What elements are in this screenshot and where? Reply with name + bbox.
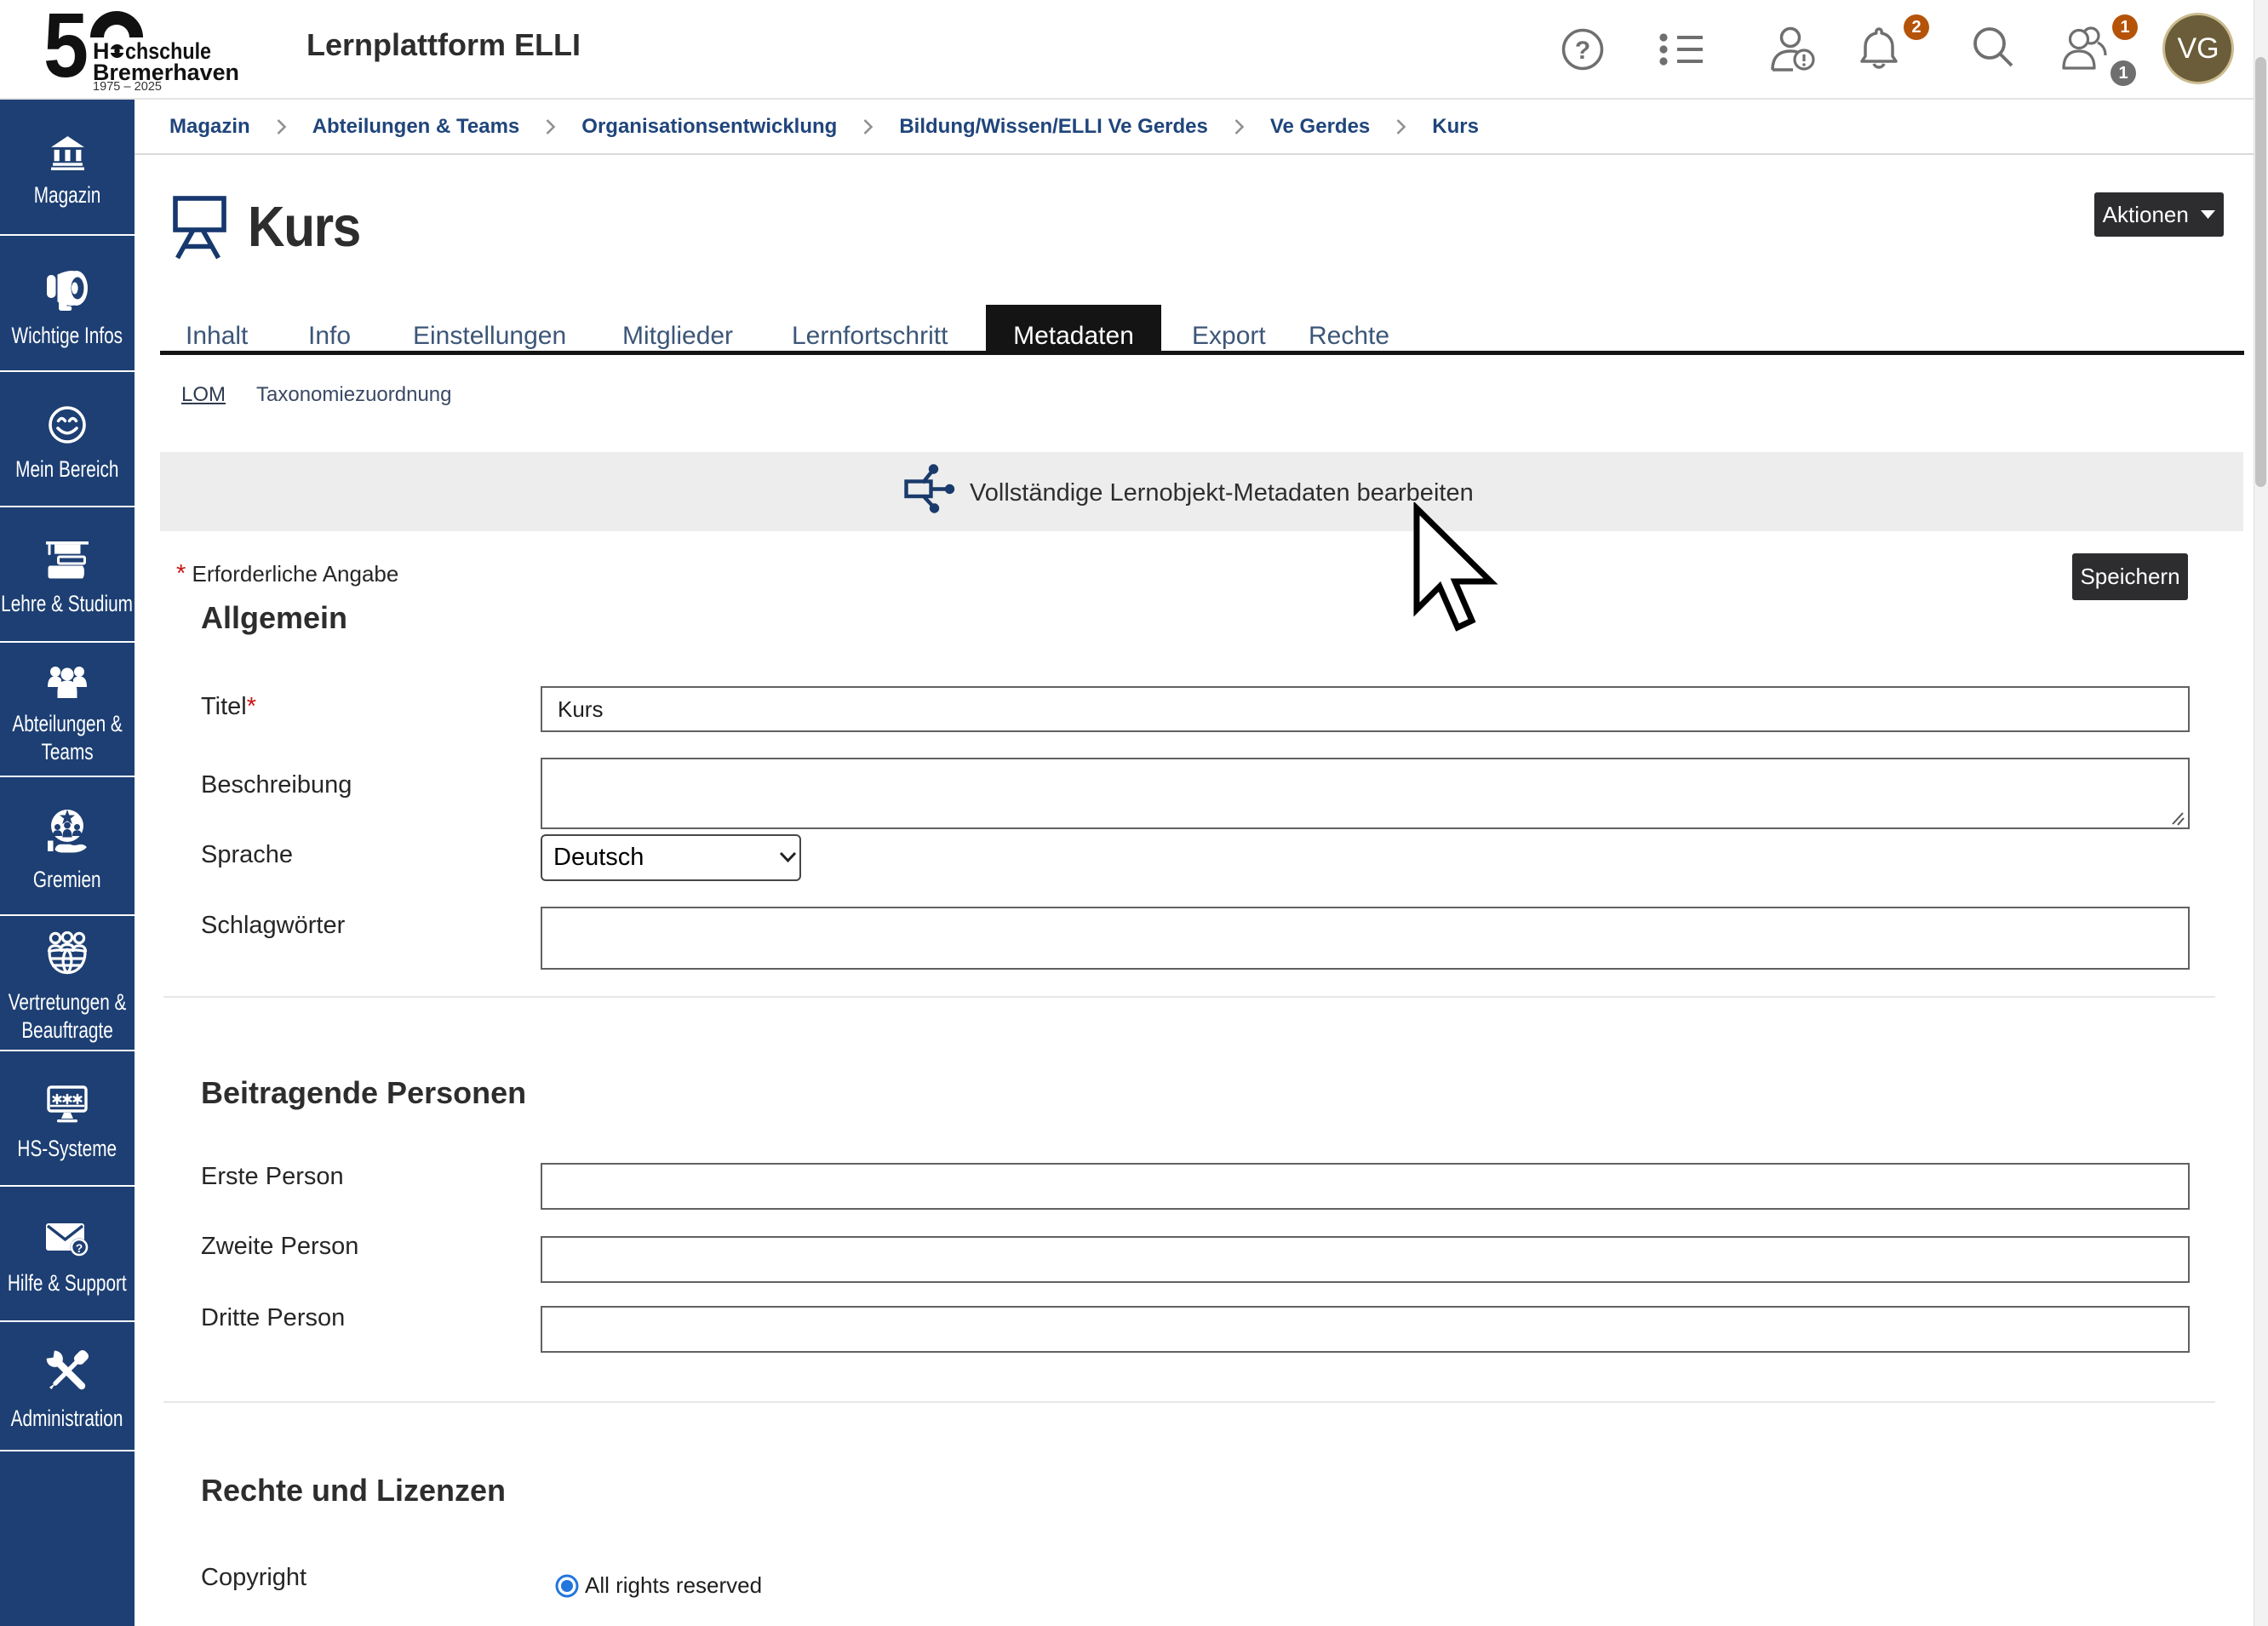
svg-text:?: ?	[1575, 37, 1590, 65]
svg-text:5: 5	[43, 7, 89, 94]
svg-text:1975 – 2025: 1975 – 2025	[93, 80, 162, 94]
svg-text:?: ?	[76, 1241, 83, 1255]
